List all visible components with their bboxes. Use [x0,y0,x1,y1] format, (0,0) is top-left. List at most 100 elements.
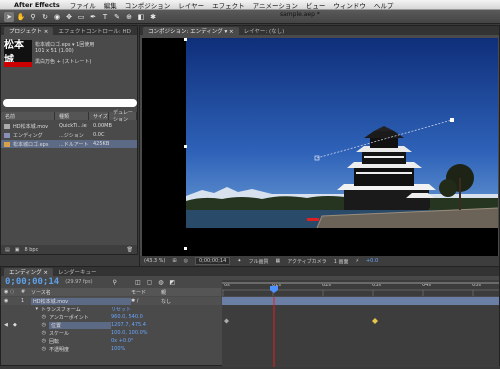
col-mode[interactable]: モード [131,289,161,296]
grid-icon[interactable]: ⊞ [172,258,176,264]
rotate-tool-icon[interactable]: ↻ [40,12,50,22]
item-type: ...ジション [59,132,84,139]
document-title: sample.aep * [280,11,320,18]
tab-render-queue[interactable]: レンダーキュー [53,268,102,276]
eraser-tool-icon[interactable]: ◧ [136,12,146,22]
frame-rate: (29.97 fps) [65,279,93,285]
menu-window[interactable]: ウィンドウ [333,0,366,10]
layer-column-header: ◉ ◌ # ソース名 モード 親 [1,288,221,296]
camera-view-select[interactable]: アクティブカメラ [287,258,326,265]
property-row[interactable]: ◀ ◆ ◷ 位置 1207.7, 475.4 [1,321,221,329]
position-value[interactable]: 1207.7, 475.4 [111,322,146,328]
tab-layer[interactable]: レイヤー: (なし) [239,27,290,35]
opacity-value[interactable]: 100% [111,346,125,352]
stopwatch-icon[interactable]: ◷ [1,338,49,344]
trash-icon[interactable]: 🗑 [127,247,133,253]
project-search-input[interactable] [3,99,137,107]
composition-viewer[interactable] [142,38,498,257]
camera-icon[interactable]: ✦ [237,258,241,264]
view-layout-select[interactable]: 1 画面 [334,258,349,265]
exposure-value[interactable]: +0.0 [366,258,378,264]
stopwatch-icon[interactable]: ◷ [1,346,49,352]
layer-row[interactable]: ◉ 1 HD松本城.mov ✱ ∕ なし [1,297,221,305]
rotation-value[interactable]: 0x +0.0° [111,338,133,344]
region-icon[interactable]: ▦ [276,258,281,264]
menu-layer[interactable]: レイヤー [178,0,204,10]
property-row[interactable]: ◷ アンカーポイント 960.0, 540.0 [1,313,221,321]
prev-keyframe-icon[interactable]: ◀ [1,322,13,328]
col-parent[interactable]: 親 [161,289,211,296]
bpc-button[interactable]: 8 bpc [24,247,38,253]
menu-animation[interactable]: アニメーション [253,0,298,10]
fast-preview-icon[interactable]: ⚡ [355,258,359,264]
col-number[interactable]: # [21,289,31,295]
tab-effect-controls[interactable]: エフェクトコントロール: HD [53,27,135,35]
comp-timecode[interactable]: 0;00;00;14 [194,257,231,265]
zoom-tool-icon[interactable]: ⚲ [28,12,38,22]
project-item[interactable]: HD松本城.mov QuickTi...ie 0.00MB [1,122,137,130]
stopwatch-icon[interactable]: ◷ [1,314,49,320]
property-row[interactable]: ◷ 不透明度 100% [1,345,221,353]
tab-ending-comp[interactable]: エンディング × [4,268,53,276]
selection-tool-icon[interactable]: ➤ [4,11,14,22]
brush-tool-icon[interactable]: ✎ [112,12,122,22]
menu-help[interactable]: ヘルプ [374,0,394,10]
menu-edit[interactable]: 編集 [104,0,117,10]
stopwatch-icon[interactable]: ◷ [1,330,49,336]
draft-3d-icon[interactable]: ▢ [147,279,153,286]
layer-mode[interactable]: ✱ ∕ [131,298,161,304]
col-source-name[interactable]: ソース名 [31,289,131,296]
ruler-ticks [222,282,499,296]
item-name: エンディング [13,132,43,139]
layer-duration-bar [222,297,499,305]
menu-view[interactable]: ビュー [306,0,326,10]
text-tool-icon[interactable]: T [100,12,110,22]
disclosure-triangle-icon[interactable]: ▾ [1,306,41,312]
app-menu[interactable]: After Effects [14,1,60,9]
property-row[interactable]: ◷ 回転 0x +0.0° [1,337,221,345]
eye-icon[interactable]: ◉ [1,298,21,304]
new-comp-icon[interactable]: ▣ [15,247,20,253]
graph-editor-icon[interactable]: ◩ [170,279,176,286]
anchor-point-value[interactable]: 960.0, 540.0 [111,314,143,320]
tab-project[interactable]: プロジェクト × [4,27,54,35]
comp-bottom-bar: (43.3 %) ⊞ ◎ 0;00;00;14 ✦ フル画質 ▦ アクティブカメ… [140,256,499,266]
col-type[interactable]: 種類 [55,112,89,120]
search-icon[interactable]: ⚲ [113,279,117,286]
menu-file[interactable]: ファイル [70,0,96,10]
folder-icon[interactable]: ▤ [5,247,10,253]
tab-composition[interactable]: コンポジション: エンディング ▾ × [143,27,239,35]
col-name[interactable]: 名前 [1,112,55,120]
timeline-tracks[interactable] [222,297,499,367]
layer-name[interactable]: HD松本城.mov [31,297,131,305]
time-ruler[interactable]: 0s 01s 02s 03s 04s 05s [222,280,499,296]
stopwatch-active-icon[interactable]: ◷ [25,322,49,328]
pen-tool-icon[interactable]: ✒ [88,12,98,22]
add-keyframe-icon[interactable]: ◆ [13,322,25,328]
project-item[interactable]: エンディング ...ジション 0.0C [1,131,137,139]
puppet-tool-icon[interactable]: ✱ [148,12,158,22]
clone-tool-icon[interactable]: ⊕ [124,12,134,22]
av-switches-icon[interactable]: ◉ ◌ [1,289,21,295]
menu-effect[interactable]: エフェクト [212,0,245,10]
project-item-selected[interactable]: 松本城ロゴ.eps ...ドルアート 425KB [1,140,137,148]
hand-tool-icon[interactable]: ✋ [16,12,26,22]
property-row[interactable]: ◷ スケール 100.0, 100.0% [1,329,221,337]
transform-reset[interactable]: リセット [111,306,131,313]
scale-value[interactable]: 100.0, 100.0% [111,330,148,336]
layer-parent[interactable]: なし [161,298,211,305]
magnification-select[interactable]: (43.3 %) [144,258,165,264]
rectangle-tool-icon[interactable]: ▭ [76,12,86,22]
resolution-select[interactable]: フル画質 [248,258,268,265]
col-size[interactable]: サイズ [89,112,109,120]
col-duration[interactable]: デュレーション [109,110,137,123]
current-time-display[interactable]: 0;00;00;14 [5,277,59,287]
thumbnail-stripe [4,62,32,67]
menu-composition[interactable]: コンポジション [125,0,171,10]
snapshot-icon[interactable]: ◎ [184,258,188,264]
camera-tool-icon[interactable]: ◉ [52,12,62,22]
transform-group[interactable]: ▾ トランスフォーム リセット [1,305,221,313]
motion-blur-icon[interactable]: ◍ [158,279,163,286]
pan-behind-tool-icon[interactable]: ✥ [64,12,74,22]
comp-mini-flowchart-icon[interactable]: ◫ [135,279,141,286]
